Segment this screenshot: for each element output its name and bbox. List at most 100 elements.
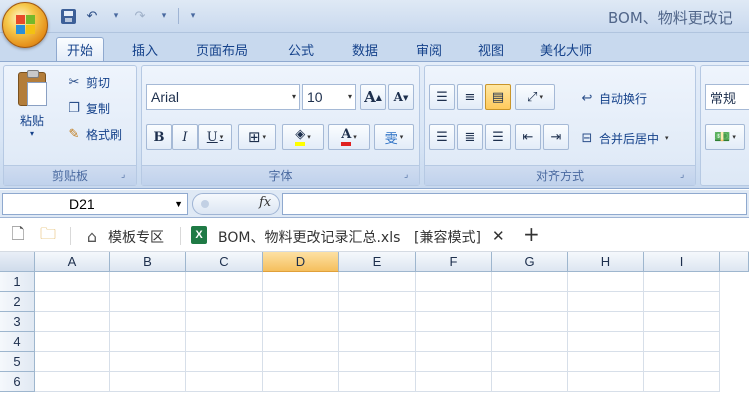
- cell-c4[interactable]: [186, 332, 263, 352]
- column-header-a[interactable]: A: [35, 252, 110, 272]
- tab-home[interactable]: 开始: [56, 37, 105, 61]
- cell-b2[interactable]: [110, 292, 186, 312]
- cell-c2[interactable]: [186, 292, 263, 312]
- font-name-combo[interactable]: Arial ▾: [146, 84, 300, 110]
- fill-color-button[interactable]: ◈ ▾: [282, 124, 324, 150]
- wrap-text-button[interactable]: ↩ 自动换行: [579, 88, 647, 108]
- cell-e6[interactable]: [339, 372, 416, 392]
- paste-dropdown-arrow[interactable]: ▾: [12, 129, 52, 138]
- bold-button[interactable]: B: [146, 124, 172, 150]
- accounting-format-button[interactable]: 💵 ▾: [705, 124, 745, 150]
- increase-indent-button[interactable]: ⇥: [543, 124, 569, 150]
- formula-resize-handle[interactable]: [201, 200, 209, 208]
- customize-qat-button[interactable]: ▾: [183, 6, 203, 26]
- tab-view[interactable]: 视图: [468, 37, 514, 61]
- cell-d5[interactable]: [263, 352, 339, 372]
- cell-g3[interactable]: [492, 312, 568, 332]
- cell-b1[interactable]: [110, 272, 186, 292]
- cell-i5[interactable]: [644, 352, 720, 372]
- cell-f5[interactable]: [416, 352, 492, 372]
- template-zone-tab[interactable]: 模板专区: [108, 227, 164, 247]
- orientation-dropdown[interactable]: ▾: [539, 93, 543, 101]
- number-format-combo[interactable]: 常规: [705, 84, 749, 110]
- row-header-2[interactable]: 2: [0, 292, 35, 312]
- cell-a2[interactable]: [35, 292, 110, 312]
- fill-color-dropdown[interactable]: ▾: [307, 133, 311, 141]
- undo-button[interactable]: ↶: [82, 6, 102, 26]
- cell-a6[interactable]: [35, 372, 110, 392]
- column-header-c[interactable]: C: [186, 252, 263, 272]
- select-all-corner[interactable]: [0, 252, 35, 272]
- align-middle-button[interactable]: ≡: [457, 84, 483, 110]
- column-header-f[interactable]: F: [416, 252, 492, 272]
- cell-e3[interactable]: [339, 312, 416, 332]
- cell-f1[interactable]: [416, 272, 492, 292]
- column-header-d[interactable]: D: [263, 252, 339, 272]
- orientation-button[interactable]: ⤢ ▾: [515, 84, 555, 110]
- cut-button[interactable]: ✂ 剪切: [66, 72, 110, 92]
- cell-f6[interactable]: [416, 372, 492, 392]
- italic-button[interactable]: I: [172, 124, 198, 150]
- row-header-3[interactable]: 3: [0, 312, 35, 332]
- cell-i4[interactable]: [644, 332, 720, 352]
- font-dialog-launcher[interactable]: ⌟: [404, 171, 414, 181]
- cell-g5[interactable]: [492, 352, 568, 372]
- cell-g4[interactable]: [492, 332, 568, 352]
- close-tab-button[interactable]: ✕: [492, 227, 505, 245]
- file-tab-label[interactable]: BOM、物料更改记录汇总.xls: [218, 227, 400, 247]
- alignment-dialog-launcher[interactable]: ⌟: [680, 171, 690, 181]
- cell-d2[interactable]: [263, 292, 339, 312]
- copy-button[interactable]: ❐ 复制: [66, 98, 110, 118]
- folder-icon[interactable]: 🗀: [38, 224, 58, 246]
- name-box[interactable]: D21 ▼: [2, 193, 188, 215]
- cell-c5[interactable]: [186, 352, 263, 372]
- cell-g6[interactable]: [492, 372, 568, 392]
- row-header-5[interactable]: 5: [0, 352, 35, 372]
- cell-f4[interactable]: [416, 332, 492, 352]
- name-box-dropdown[interactable]: ▼: [174, 199, 183, 209]
- tab-formulas[interactable]: 公式: [278, 37, 324, 61]
- row-header-6[interactable]: 6: [0, 372, 35, 392]
- cell-a4[interactable]: [35, 332, 110, 352]
- cell-g1[interactable]: [492, 272, 568, 292]
- cell-h2[interactable]: [568, 292, 644, 312]
- font-size-combo[interactable]: 10 ▾: [302, 84, 356, 110]
- cell-c6[interactable]: [186, 372, 263, 392]
- cell-i6[interactable]: [644, 372, 720, 392]
- align-left-button[interactable]: ☰: [429, 124, 455, 150]
- cell-e5[interactable]: [339, 352, 416, 372]
- cell-e2[interactable]: [339, 292, 416, 312]
- underline-dropdown[interactable]: ▾: [220, 133, 224, 141]
- align-top-button[interactable]: ☰: [429, 84, 455, 110]
- cell-h4[interactable]: [568, 332, 644, 352]
- decrease-indent-button[interactable]: ⇤: [515, 124, 541, 150]
- cell-a5[interactable]: [35, 352, 110, 372]
- cell-d1[interactable]: [263, 272, 339, 292]
- align-center-button[interactable]: ≣: [457, 124, 483, 150]
- row-header-4[interactable]: 4: [0, 332, 35, 352]
- cell-h6[interactable]: [568, 372, 644, 392]
- font-size-dropdown-arrow[interactable]: ▾: [348, 92, 352, 101]
- grow-font-button[interactable]: A ▲: [360, 84, 386, 110]
- insert-function-button[interactable]: fx: [259, 195, 271, 210]
- cell-h1[interactable]: [568, 272, 644, 292]
- cell-d6[interactable]: [263, 372, 339, 392]
- cell-f2[interactable]: [416, 292, 492, 312]
- align-right-button[interactable]: ☰: [485, 124, 511, 150]
- align-bottom-button[interactable]: ▤: [485, 84, 511, 110]
- cell-i2[interactable]: [644, 292, 720, 312]
- clipboard-dialog-launcher[interactable]: ⌟: [121, 171, 131, 181]
- cell-c3[interactable]: [186, 312, 263, 332]
- column-header-i[interactable]: I: [644, 252, 720, 272]
- cell-e1[interactable]: [339, 272, 416, 292]
- undo-dropdown[interactable]: ▾: [106, 6, 126, 26]
- office-button[interactable]: [2, 2, 48, 48]
- home-icon[interactable]: ⌂: [82, 226, 102, 246]
- font-name-dropdown-arrow[interactable]: ▾: [292, 92, 296, 101]
- cell-h5[interactable]: [568, 352, 644, 372]
- cell-b6[interactable]: [110, 372, 186, 392]
- cell-h3[interactable]: [568, 312, 644, 332]
- redo-dropdown[interactable]: ▾: [154, 6, 174, 26]
- font-color-button[interactable]: A ▾: [328, 124, 370, 150]
- merge-center-button[interactable]: ⊟ 合并后居中 ▾: [579, 128, 669, 148]
